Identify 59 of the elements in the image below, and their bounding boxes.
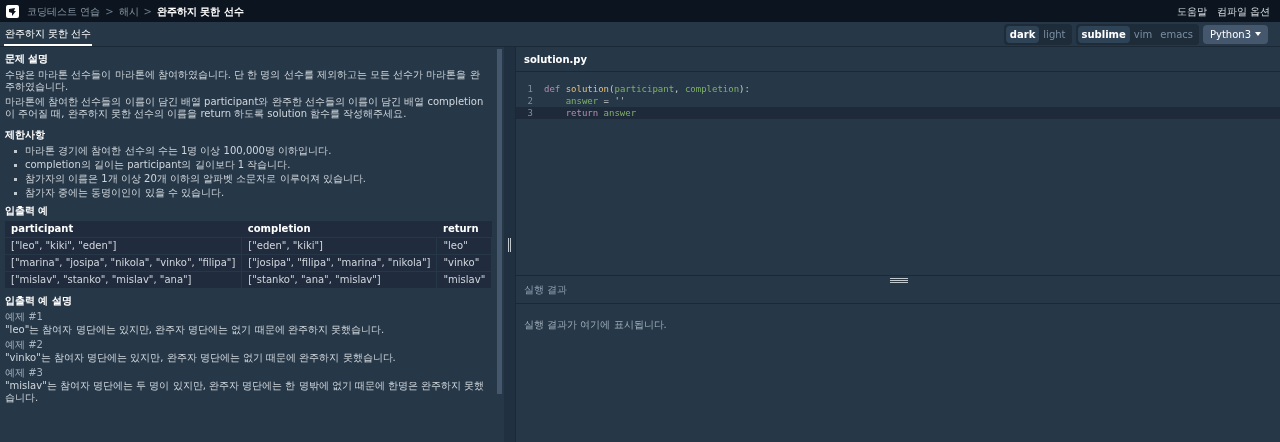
toggle-option[interactable]: sublime	[1077, 25, 1130, 43]
output-heading: 실행 결과	[524, 283, 568, 297]
nav-link[interactable]: 도움말	[1176, 3, 1207, 19]
logo-icon[interactable]	[6, 4, 19, 18]
bullet-icon	[14, 149, 17, 153]
toggle-option[interactable]: dark	[1005, 25, 1040, 43]
line-number: 2	[526, 95, 534, 107]
bullet-icon	[14, 163, 17, 167]
breadcrumb-link[interactable]: 완주하지 못한 선수	[156, 3, 244, 19]
breadcrumb-link[interactable]: 해시	[118, 3, 139, 19]
example-title: 예제 #2	[5, 339, 44, 351]
section-heading: 제한사항	[5, 129, 46, 141]
constraint-text: completion의 길이는 participant의 길이보다 1 작습니다.	[25, 159, 291, 171]
bullet-icon	[14, 177, 17, 181]
table-cell: ["leo", "kiki", "eden"]	[5, 237, 242, 255]
resize-handle[interactable]	[890, 278, 908, 283]
splitter-handle[interactable]	[504, 47, 515, 442]
table-header: completion	[241, 221, 437, 238]
table-cell: ["mislav", "stanko", "mislav", "ana"]	[5, 271, 242, 289]
nav-link[interactable]: 컴파일 옵션	[1216, 3, 1270, 19]
line-number: 1	[526, 83, 534, 95]
toggle-option[interactable]: vim	[1129, 25, 1157, 43]
table-cell: "leo"	[437, 237, 492, 255]
code-editor[interactable]: 1 def solution(participant, completion): 2 answer = '' 3 return answer	[516, 72, 1280, 275]
code-line: 2 answer = ''	[516, 95, 1280, 107]
constraint-text: 참가자의 이름은 1개 이상 20개 이하의 알파벳 소문자로 이루어져 있습니다.	[25, 173, 366, 185]
breadcrumb-separator: >	[143, 4, 152, 19]
table-header: return	[437, 221, 492, 238]
bullet-icon	[14, 191, 17, 195]
toggle-option[interactable]: emacs	[1156, 25, 1197, 43]
output-message: 실행 결과가 여기에 표시됩니다.	[524, 319, 667, 330]
section-heading: 문제 설명	[5, 53, 50, 65]
table-cell: ["eden", "kiki"]	[241, 237, 437, 255]
language-select[interactable]: Python3	[1202, 24, 1268, 44]
problem-tab[interactable]: 완주하지 못한 선수	[4, 26, 93, 46]
caret-icon	[1255, 32, 1261, 36]
example-title: 예제 #1	[5, 311, 44, 323]
line-number: 3	[526, 107, 534, 119]
description-paragraph: 수많은 마라톤 선수들이 마라톤에 참여하였습니다. 단 한 명의 선수를 제외하고는 모든 선수가 마라톤을 완주하였습니다.	[5, 69, 481, 93]
table-cell: "vinko"	[437, 254, 492, 272]
section-heading: 입출력 예	[5, 205, 50, 217]
example-title: 예제 #3	[5, 367, 44, 379]
example-explanation: "mislav"는 참여자 명단에는 두 명이 있지만, 완주자 명단에는 한 명밖에 없기 때문에 한명은 완주하지 못했습니다.	[5, 380, 486, 404]
constraint-text: 마라톤 경기에 참여한 선수의 수는 1명 이상 100,000명 이하입니다.	[25, 145, 332, 157]
table-cell: "mislav"	[437, 271, 492, 289]
code-line: 1 def solution(participant, completion):	[516, 83, 1280, 95]
breadcrumb-separator: >	[105, 4, 114, 19]
constraint-text: 참가자 중에는 동명이인이 있을 수 있습니다.	[25, 187, 225, 199]
table-cell: ["stanko", "ana", "mislav"]	[241, 271, 437, 289]
file-name: solution.py	[524, 52, 588, 67]
example-explanation: "vinko"는 참여자 명단에는 있지만, 완주자 명단에는 없기 때문에 완주하지 못했습니다.	[5, 352, 397, 364]
section-heading: 입출력 예 설명	[5, 295, 73, 307]
toggle-option[interactable]: light	[1039, 25, 1070, 43]
table-header: participant	[5, 221, 242, 238]
description-paragraph: 마라톤에 참여한 선수들의 이름이 담긴 배열 participant와 완주한 선수들의 이름이 담긴 배열 completion이 주어질 때, 완주하지 못한 선수의 이름을 return 하도록 solution 함수를 작성해주세요.	[5, 96, 485, 120]
table-cell: ["josipa", "filipa", "marina", "nikola"]	[241, 254, 437, 272]
example-explanation: "leo"는 참여자 명단에는 있지만, 완주자 명단에는 없기 때문에 완주하지 못했습니다.	[5, 324, 386, 336]
breadcrumb-link[interactable]: 코딩테스트 연습	[27, 3, 101, 19]
table-cell: ["marina", "josipa", "nikola", "vinko", "filipa"]	[5, 254, 242, 272]
